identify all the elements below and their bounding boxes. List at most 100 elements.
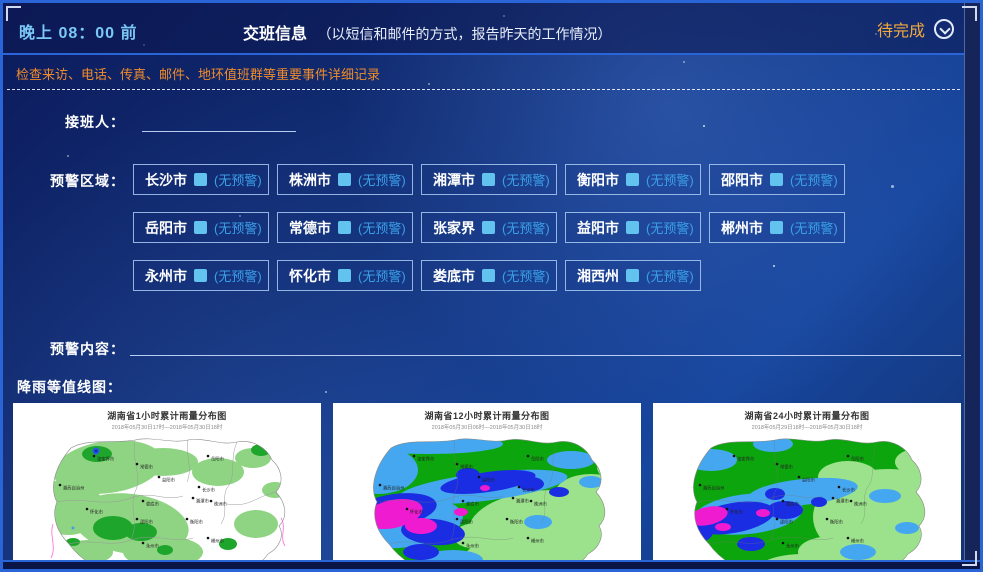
map-city-dot [142,500,145,503]
map-city-dot [142,542,145,545]
checkbox-icon[interactable] [194,269,207,282]
no-warning-label: (无预警) [214,218,262,237]
map-city-dot [782,542,785,545]
map-city-dot [530,500,533,503]
no-warning-label: (无预警) [502,266,550,285]
map-city-label: 邵阳市 [140,519,154,526]
warning-city-checkbox-item[interactable]: 益阳市(无预警) [565,212,701,243]
checkbox-icon[interactable] [770,221,783,234]
map-city-label: 衡阳市 [830,519,844,526]
warning-city-grid: 长沙市(无预警)株洲市(无预警)湘潭市(无预警)衡阳市(无预警)邵阳市(无预警)… [133,164,845,291]
map-city-dot [207,537,210,540]
checkbox-icon[interactable] [626,173,639,186]
checkbox-icon[interactable] [194,221,207,234]
warning-city-checkbox-item[interactable]: 湘西州(无预警) [565,260,701,291]
map-city-label: 永州市 [146,543,160,550]
corner-bracket-bottom-right [962,551,977,566]
checkbox-icon[interactable] [770,173,783,186]
map-city-label: 永州市 [466,543,480,550]
map-city-label: 怀化市 [730,509,744,516]
map-city-dot [832,497,835,500]
footer-bar [3,560,980,569]
map-city-label: 邵阳市 [780,519,794,526]
map-city-dot [136,463,139,466]
map-city-label: 长沙市 [202,487,216,494]
map-city-label: 衡阳市 [510,519,524,526]
checkbox-icon[interactable] [626,221,639,234]
no-warning-label: (无预警) [358,218,406,237]
warning-content-label: 预警内容： [3,339,125,359]
scrollbar[interactable] [964,3,980,569]
header-title-group: 交班信息 （以短信和邮件的方式，报告昨天的工作情况） [243,20,611,44]
checkbox-icon[interactable] [482,221,495,234]
map-city-dot [798,476,801,479]
rainfall-map-1h: 湖南省1小时累计雨量分布图 2018年05月30日17时—2018年05月30日… [13,403,321,566]
map-city-label: 岳阳市 [211,456,225,463]
map-city-dot [186,518,189,521]
map-city-label: 长沙市 [842,487,856,494]
checkbox-icon[interactable] [482,269,495,282]
no-warning-label: (无预警) [358,266,406,285]
checkbox-icon[interactable] [338,173,351,186]
checkbox-icon[interactable] [338,221,351,234]
map-city-label: 张家界市 [737,456,755,463]
map-city-dot [158,476,161,479]
city-label: 怀化市 [289,266,331,286]
map-city-dot [826,518,829,521]
chevron-down-icon[interactable] [934,19,954,39]
city-label: 永州市 [145,266,187,286]
warning-city-checkbox-item[interactable]: 永州市(无预警) [133,260,269,291]
map-city-dot [733,455,736,458]
warning-area-label: 预警区域： [3,171,125,191]
page-title: 交班信息 [243,26,307,43]
warning-city-checkbox-item[interactable]: 长沙市(无预警) [133,164,269,195]
no-warning-label: (无预警) [214,170,262,189]
checkbox-icon[interactable] [338,269,351,282]
map-city-dot [207,455,210,458]
map-city-label: 张家界市 [97,456,115,463]
status-toggle[interactable]: 待完成 [877,17,954,41]
city-label: 邵阳市 [721,170,763,190]
warning-city-checkbox-item[interactable]: 湘潭市(无预警) [421,164,557,195]
map-city-label: 郴州市 [531,538,545,545]
rainfall-maps-row: 湖南省1小时累计雨量分布图 2018年05月30日17时—2018年05月30日… [3,403,964,566]
map-city-label: 益阳市 [802,477,816,484]
warning-city-checkbox-item[interactable]: 株洲市(无预警) [277,164,413,195]
map-city-label: 常德市 [780,464,794,471]
notice-text: 检查来访、电话、传真、邮件、地环值班群等重要事件详细记录 [16,64,380,83]
warning-city-checkbox-item[interactable]: 郴州市(无预警) [709,212,845,243]
warning-city-checkbox-item[interactable]: 衡阳市 (无预警) [565,164,701,195]
map-city-dot [413,455,416,458]
map-city-dot [456,463,459,466]
warning-city-checkbox-item[interactable]: 张家界(无预警) [421,212,557,243]
map-city-dot [478,476,481,479]
map-city-label: 衡阳市 [190,519,204,526]
map-city-label: 株洲市 [214,501,228,508]
city-label: 常德市 [289,218,331,238]
rainfall-map-12h: 湖南省12小时累计雨量分布图 2018年05月30日06时—2018年05月30… [333,403,641,566]
map-city-dot [462,542,465,545]
warning-city-checkbox-item[interactable]: 娄底市(无预警) [421,260,557,291]
no-warning-label: (无预警) [646,170,694,189]
page-subtitle: （以短信和邮件的方式，报告昨天的工作情况） [317,26,611,42]
no-warning-label: (无预警) [790,218,838,237]
warning-city-checkbox-item[interactable]: 怀化市 (无预警) [277,260,413,291]
city-label: 张家界 [433,218,475,238]
rainfall-maps-label: 降雨等值线图： [17,377,122,397]
map-city-label: 湘潭市 [196,498,210,505]
map-city-dot [512,497,515,500]
warning-content-input[interactable] [130,334,961,356]
hunan-rainfall-map-24h: 张家界市湘西自治州常德市岳阳市益阳市长沙市湘潭市株洲市娄底市怀化市邵阳市衡阳市永… [653,432,961,564]
map-city-dot [726,508,729,511]
warning-city-checkbox-item[interactable]: 岳阳市(无预警) [133,212,269,243]
city-label: 湘潭市 [433,170,475,190]
map-city-label: 岳阳市 [851,456,865,463]
receiver-input[interactable] [142,110,296,132]
warning-city-checkbox-item[interactable]: 邵阳市(无预警) [709,164,845,195]
city-label: 衡阳市 [577,170,619,190]
checkbox-icon[interactable] [626,269,639,282]
map-city-label: 永州市 [786,543,800,550]
checkbox-icon[interactable] [482,173,495,186]
checkbox-icon[interactable] [194,173,207,186]
warning-city-checkbox-item[interactable]: 常德市 (无预警) [277,212,413,243]
